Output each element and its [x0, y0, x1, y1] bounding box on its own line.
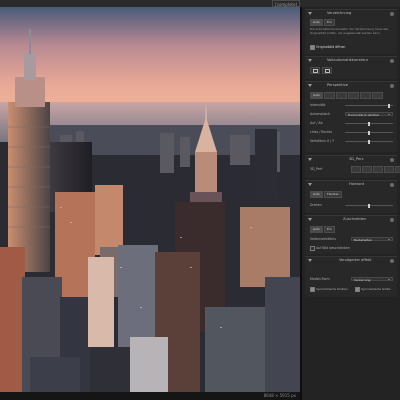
model-form-select[interactable]: Verzerrung — [351, 276, 393, 282]
toggle-icon[interactable] — [390, 217, 394, 222]
3d-icon-button-2[interactable] — [362, 166, 372, 173]
auto-button[interactable]: Auto — [310, 191, 323, 198]
section-title: Zuschneiden — [343, 217, 367, 221]
toggle-icon[interactable] — [390, 83, 394, 88]
section-header[interactable]: Horizont — [305, 181, 397, 188]
section-title: Perspektive — [327, 83, 348, 87]
symmetric-size-checkbox[interactable] — [355, 287, 360, 292]
limit-to-image-label: Auf Bild beschränken — [316, 245, 350, 250]
symmetric-position-checkbox[interactable] — [310, 287, 315, 292]
aspect-ratio-label: Seitenverhältnis — [310, 237, 336, 241]
rect-icon-button[interactable] — [371, 92, 383, 99]
slider-knob[interactable] — [368, 121, 370, 126]
tools-panel: Verzeichnung Auto Ein Die automatische K… — [302, 7, 400, 400]
ratio-slider[interactable] — [345, 139, 393, 144]
auto-correct-icon-button-2[interactable] — [322, 67, 332, 74]
3d-icon-button-5[interactable] — [395, 166, 400, 173]
up-down-label: Auf / Ab — [310, 121, 323, 125]
section-3d-perspective: 3D_Pers 3D_Perf — [305, 155, 400, 178]
auto-button[interactable]: Auto — [310, 19, 323, 26]
section-delayed-effect: Verzögerter effekt Modell-Form Verzerrun… — [305, 256, 397, 297]
auto-button[interactable]: Auto — [310, 92, 323, 99]
left-right-slider[interactable] — [345, 130, 393, 135]
chevron-down-icon[interactable] — [308, 183, 312, 186]
chevron-down-icon[interactable] — [308, 158, 312, 161]
3d-row-label: 3D_Perf — [310, 167, 323, 171]
symmetric-position-label: Symmetrische Position — [316, 286, 348, 291]
rotate-slider[interactable] — [345, 203, 393, 208]
chevron-down-icon[interactable] — [308, 59, 312, 62]
on-button[interactable]: Ein — [323, 226, 335, 233]
intensity-label: Intensität — [310, 103, 326, 107]
slider-knob[interactable] — [368, 130, 370, 135]
section-perspective: Perspektive Auto Intensität Automatisch … — [305, 81, 397, 152]
toggle-icon[interactable] — [390, 157, 394, 162]
section-title: Vollautomatikkorrektur — [327, 58, 369, 62]
toggle-icon[interactable] — [390, 182, 394, 187]
image-dimensions: 8648 × 5915 px — [263, 393, 296, 398]
toggle-icon[interactable] — [390, 258, 394, 263]
section-crop: Zuschneiden Auto Ein Seitenverhältnis Be… — [305, 215, 397, 254]
top-status-label: [complete] — [272, 0, 300, 7]
section-header[interactable]: 3D_Pers — [305, 156, 397, 163]
guided-icon-button[interactable] — [359, 92, 371, 99]
section-title: 3D_Pers — [349, 157, 364, 161]
on-button[interactable]: Ein — [323, 19, 335, 26]
rotate-label: Drehen — [310, 203, 322, 207]
horizontal-icon-button[interactable] — [335, 92, 347, 99]
limit-to-image-checkbox[interactable] — [310, 246, 315, 251]
chevron-down-icon[interactable] — [308, 84, 312, 87]
toggle-icon[interactable] — [390, 58, 394, 63]
section-horizon: Horizont Auto Flexibel Drehen — [305, 180, 397, 213]
intensity-slider[interactable] — [345, 103, 393, 108]
status-bar: 8648 × 5915 px — [0, 392, 300, 400]
top-bar: [complete] — [0, 0, 400, 7]
section-header[interactable]: Zuschneiden — [305, 216, 397, 223]
section-header[interactable]: Verzeichnung — [305, 10, 397, 17]
auto-correct-icon-button-1[interactable] — [310, 67, 320, 74]
chevron-down-icon[interactable] — [308, 259, 312, 262]
model-form-label: Modell-Form — [310, 277, 330, 281]
automatic-select[interactable]: Horizontal & Vertikal — [345, 111, 393, 117]
left-right-label: Links / Rechts — [310, 130, 333, 134]
aspect-ratio-select[interactable]: Beibehalten — [351, 236, 393, 242]
image-canvas[interactable] — [0, 7, 300, 392]
open-original-icon[interactable] — [310, 45, 315, 50]
3d-icon-button-1[interactable] — [351, 166, 361, 173]
info-text: Die automatische Korrektur der Verzeichn… — [310, 27, 388, 35]
vertical-icon-button[interactable] — [323, 92, 335, 99]
slider-knob[interactable] — [368, 203, 370, 208]
chevron-down-icon[interactable] — [308, 218, 312, 221]
section-title: Horizont — [349, 182, 365, 186]
full-icon-button[interactable] — [347, 92, 359, 99]
flexible-button[interactable]: Flexibel — [323, 191, 342, 198]
slider-knob[interactable] — [368, 139, 370, 144]
auto-button[interactable]: Auto — [310, 226, 323, 233]
section-title: Verzeichnung — [327, 11, 352, 15]
section-header[interactable]: Perspektive — [305, 82, 397, 89]
3d-icon-button-4[interactable] — [384, 166, 394, 173]
section-header[interactable]: Vollautomatikkorrektur — [305, 57, 397, 64]
symmetric-size-label: Symmetrische Größe — [361, 286, 391, 291]
toggle-icon[interactable] — [390, 11, 394, 16]
open-original-link[interactable]: Originalbild öffnen — [316, 45, 345, 49]
3d-icon-button-3[interactable] — [373, 166, 383, 173]
section-header[interactable]: Verzögerter effekt — [305, 257, 397, 264]
section-auto-correction: Vollautomatikkorrektur — [305, 56, 397, 79]
city-skyline-photo — [0, 7, 300, 392]
up-down-slider[interactable] — [345, 121, 393, 126]
chevron-down-icon[interactable] — [308, 12, 312, 15]
slider-knob[interactable] — [388, 103, 391, 108]
section-distortion: Verzeichnung Auto Ein Die automatische K… — [305, 9, 397, 54]
section-title: Verzögerter effekt — [339, 258, 372, 262]
automatic-label: Automatisch — [310, 112, 331, 116]
ratio-label: Verhältnis X / Y — [310, 139, 335, 143]
